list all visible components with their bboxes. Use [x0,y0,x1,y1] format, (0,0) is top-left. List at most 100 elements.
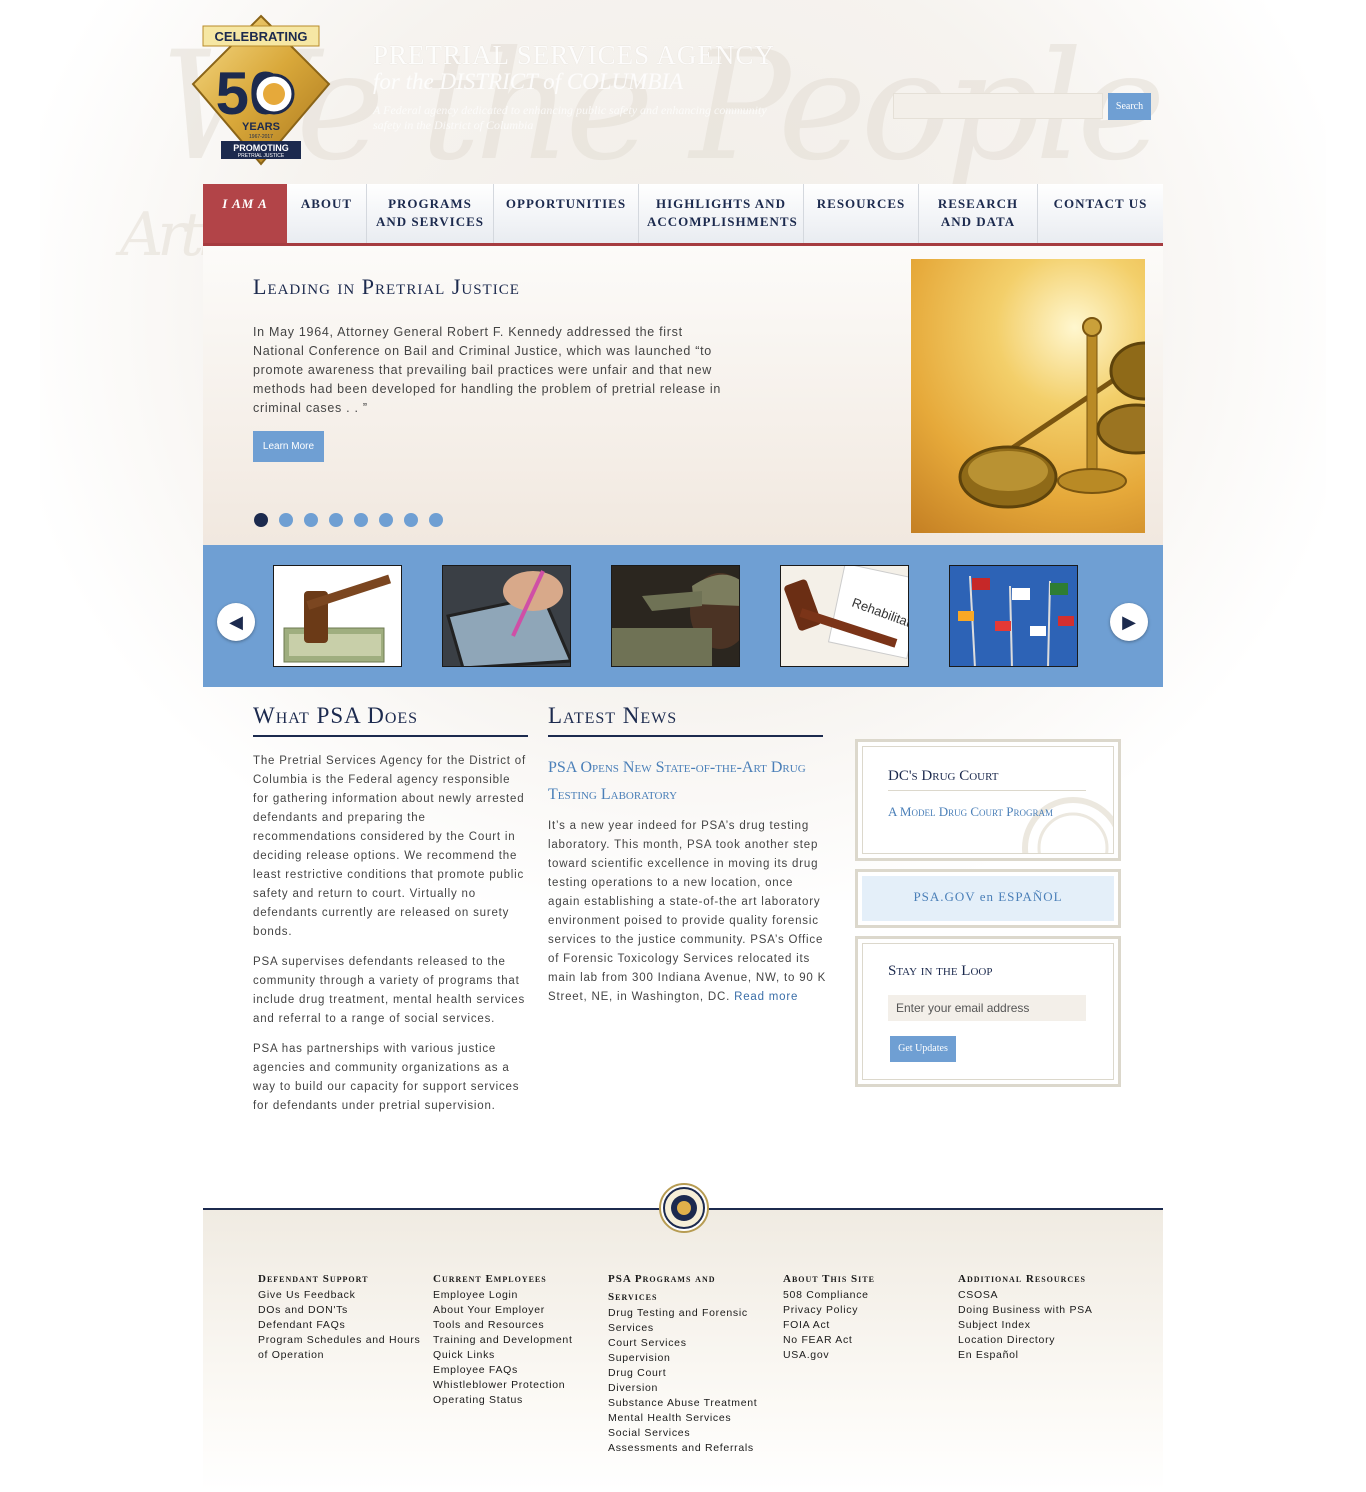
scales-of-justice-image [911,259,1145,533]
latest-news-title: Latest News [548,703,823,737]
footer-link[interactable]: Location Directory [958,1333,1128,1348]
footer-link[interactable]: About Your Employer [433,1303,603,1318]
carousel-thumb-flags[interactable] [949,565,1078,667]
footer-heading: About This Site [783,1273,875,1285]
news-headline-link[interactable]: PSA Opens New State-of-the-Art Drug Test… [548,754,823,808]
search-input[interactable] [893,93,1103,119]
slider-dot[interactable] [379,513,393,527]
footer-link[interactable]: Social Services [608,1426,768,1441]
nav-i-am-a[interactable]: I AM A [203,184,287,243]
slider-dot[interactable] [404,513,418,527]
get-updates-button[interactable]: Get Updates [890,1036,956,1062]
arrow-right-icon[interactable]: ▶ [1110,603,1148,641]
footer-link[interactable]: Subject Index [958,1318,1128,1333]
footer-link[interactable]: FOIA Act [783,1318,953,1333]
espanol-box: PSA.GOV en ESPAÑOL [855,869,1121,928]
hero-slider: Leading in Pretrial Justice In May 1964,… [203,246,1163,545]
news-body-text: It’s a new year indeed for PSA’s drug te… [548,820,827,1003]
footer-heading: Additional Resources [958,1273,1086,1285]
slider-dot[interactable] [254,513,268,527]
svg-text:YEARS: YEARS [242,121,280,133]
what-psa-does-text: The Pretrial Services Agency for the Dis… [253,752,528,1127]
footer-link[interactable]: Defendant FAQs [258,1318,428,1333]
footer-link[interactable]: Diversion [608,1381,768,1396]
slider-dot[interactable] [354,513,368,527]
footer-link[interactable]: En Español [958,1348,1128,1363]
footer-link[interactable]: Mental Health Services [608,1411,768,1426]
svg-text:PRETRIAL JUSTICE: PRETRIAL JUSTICE [238,153,285,159]
footer-link[interactable]: Drug Court [608,1366,768,1381]
agency-seal-icon [659,1183,709,1233]
slider-dot[interactable] [304,513,318,527]
footer-link[interactable]: Employee FAQs [433,1363,603,1378]
slider-dot[interactable] [429,513,443,527]
nav-resources[interactable]: RESOURCES [804,184,919,243]
search-button[interactable]: Search [1108,93,1151,120]
nav-about[interactable]: ABOUT [287,184,367,243]
footer-link[interactable]: Court Services [608,1336,768,1351]
footer-link[interactable]: Employee Login [433,1288,603,1303]
footer-col-current-employees: Current Employees Employee Login About Y… [433,1270,603,1408]
footer-link[interactable]: Assessments and Referrals [608,1441,768,1456]
footer-link[interactable]: Training and Development [433,1333,603,1348]
carousel-thumb-gavel-money[interactable] [273,565,402,667]
drug-court-title: DC's Drug Court [888,768,1086,791]
agency-name-line2: for the DISTRICT of COLUMBIA [373,69,684,94]
nav-research-and-data[interactable]: RESEARCH AND DATA [919,184,1038,243]
footer-link[interactable]: Operating Status [433,1393,603,1408]
learn-more-button[interactable]: Learn More [253,431,324,462]
espanol-link[interactable]: PSA.GOV en ESPAÑOL [862,876,1114,921]
footer-link[interactable]: Give Us Feedback [258,1288,428,1303]
agency-tagline: A Federal agency dedicated to enhancing … [373,103,767,132]
footer-heading: PSA Programs and Services [608,1273,716,1303]
footer-link[interactable]: Privacy Policy [783,1303,953,1318]
read-more-link[interactable]: Read more [734,991,798,1003]
footer-link[interactable]: CSOSA [958,1288,1128,1303]
agency-brand[interactable]: PRETRIAL SERVICES AGENCY for the DISTRIC… [373,40,793,133]
what-psa-does-title: What PSA Does [253,703,528,737]
footer-link[interactable]: 508 Compliance [783,1288,953,1303]
footer-link[interactable]: USA.gov [783,1348,953,1363]
footer-link[interactable]: Supervision [608,1351,768,1366]
slider-dot[interactable] [329,513,343,527]
nav-opportunities[interactable]: OPPORTUNITIES [494,184,639,243]
slider-dots [254,513,443,527]
nav-highlights-and-accomplishments[interactable]: HIGHLIGHTS AND ACCOMPLISHMENTS [639,184,804,243]
carousel-thumb-tablet[interactable] [442,565,571,667]
svg-text:1967-2017: 1967-2017 [249,134,273,140]
footer-link[interactable]: No FEAR Act [783,1333,953,1348]
nav-contact-us[interactable]: CONTACT US [1038,184,1163,243]
nav-programs-and-services[interactable]: PROGRAMS AND SERVICES [367,184,494,243]
footer-heading: Defendant Support [258,1273,369,1285]
drug-court-box: DC's Drug Court A Model Drug Court Progr… [855,739,1121,861]
stay-in-loop-box: Stay in the Loop Get Updates [855,936,1121,1087]
footer-link[interactable]: Program Schedules and Hours of Operation [258,1333,428,1363]
footer-col-additional-resources: Additional Resources CSOSA Doing Busines… [958,1270,1128,1363]
footer-link[interactable]: Whistleblower Protection [433,1378,603,1393]
what-psa-does-paragraph: PSA has partnerships with various justic… [253,1043,520,1112]
email-field[interactable] [888,995,1086,1021]
footer-link[interactable]: Substance Abuse Treatment [608,1396,768,1411]
footer-link[interactable]: DOs and DON'Ts [258,1303,428,1318]
footer-link[interactable]: Doing Business with PSA [958,1303,1128,1318]
agency-name-line1: PRETRIAL SERVICES AGENCY [373,40,775,70]
footer-link[interactable]: Drug Testing and Forensic Services [608,1306,768,1336]
svg-text:CELEBRATING: CELEBRATING [215,29,308,44]
arrow-left-icon[interactable]: ◀ [217,603,255,641]
hero-title: Leading in Pretrial Justice [253,274,520,299]
stay-in-loop-title: Stay in the Loop [888,963,993,979]
seal-watermark-icon [1022,797,1113,853]
news-body: It’s a new year indeed for PSA’s drug te… [548,817,828,1007]
footer-link[interactable]: Quick Links [433,1348,603,1363]
carousel-thumb-soldier[interactable] [611,565,740,667]
carousel-thumb-gavel-rehabilitation[interactable]: Rehabilitati [780,565,909,667]
svg-text:PROMOTING: PROMOTING [233,143,289,153]
what-psa-does-paragraph: The Pretrial Services Agency for the Dis… [253,755,526,938]
drug-court-link[interactable]: A Model Drug Court Program [888,804,1053,820]
slider-dot[interactable] [279,513,293,527]
footer-col-about-site: About This Site 508 Compliance Privacy P… [783,1270,953,1363]
footer-col-programs: PSA Programs and Services Drug Testing a… [608,1270,768,1456]
photo-carousel: ◀ Rehabilitati ▶ [203,545,1163,687]
footer-link[interactable]: Tools and Resources [433,1318,603,1333]
anniversary-logo[interactable]: CELEBRATING 50 YEARS 1967-2017 PROMOTING… [191,14,331,170]
